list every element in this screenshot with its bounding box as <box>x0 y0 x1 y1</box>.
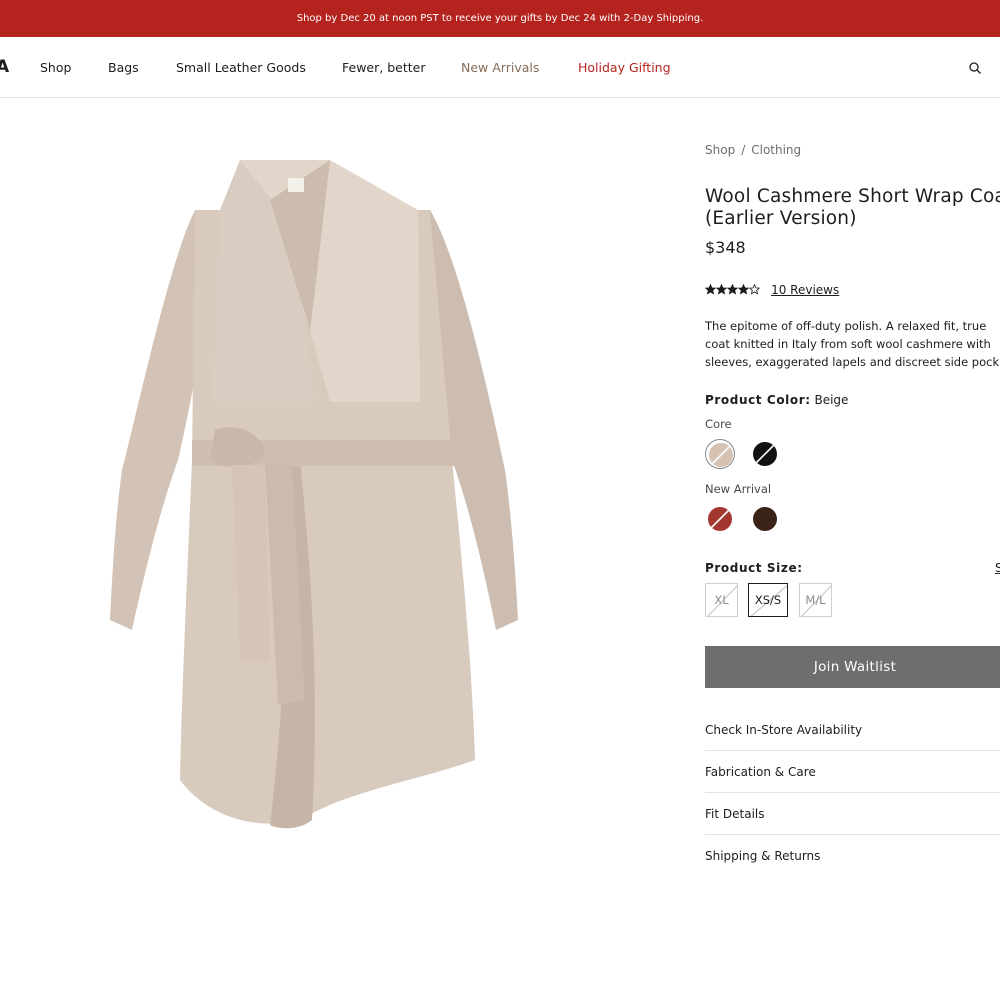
nav-item-small-leather-goods[interactable]: Small Leather Goods <box>176 60 306 75</box>
join-waitlist-button[interactable]: Join Waitlist <box>705 646 1000 688</box>
color-value: Beige <box>814 393 849 407</box>
color-label: Product Color: Beige <box>705 393 848 407</box>
star-filled-icon <box>738 284 749 295</box>
size-option-m-l[interactable]: M/L <box>799 583 832 617</box>
size-label: Product Size: <box>705 561 803 575</box>
search-icon[interactable] <box>968 61 982 75</box>
star-filled-icon <box>716 284 727 295</box>
star-rating <box>705 279 760 298</box>
size-option-xl[interactable]: XL <box>705 583 738 617</box>
breadcrumb-separator: / <box>741 143 746 157</box>
product-description: The epitome of off-duty polish. A relaxe… <box>705 317 1000 371</box>
accordion-shipping-returns[interactable]: Shipping & Returns <box>705 835 1000 877</box>
brand-logo[interactable]: A <box>0 57 9 77</box>
reviews-link[interactable]: 10 Reviews <box>771 283 839 297</box>
promo-banner: Shop by Dec 20 at noon PST to receive yo… <box>0 0 1000 37</box>
product-price: $348 <box>705 238 746 257</box>
product-image[interactable] <box>100 140 540 850</box>
nav-item-shop[interactable]: Shop <box>40 60 71 75</box>
accordion-fit-details[interactable]: Fit Details <box>705 793 1000 835</box>
nav-item-bags[interactable]: Bags <box>108 60 139 75</box>
star-empty-icon <box>749 284 760 295</box>
nav-item-fewer-better[interactable]: Fewer, better <box>342 60 425 75</box>
color-swatch-red[interactable] <box>705 504 735 534</box>
size-guide-link[interactable]: S <box>995 561 1000 575</box>
size-option-label: XS/S <box>754 593 782 607</box>
size-option-xs-s[interactable]: XS/S <box>748 583 788 617</box>
accordion-check-in-store[interactable]: Check In-Store Availability <box>705 709 1000 751</box>
star-filled-icon <box>705 284 716 295</box>
unavailable-slash-icon <box>711 445 731 465</box>
coat-illustration <box>110 160 518 829</box>
breadcrumb-clothing[interactable]: Clothing <box>751 143 801 157</box>
accordion-fabrication-care[interactable]: Fabrication & Care <box>705 751 1000 793</box>
color-swatch-brown[interactable] <box>750 504 780 534</box>
description-line: coat knitted in Italy from soft wool cas… <box>705 337 991 351</box>
description-line: sleeves, exaggerated lapels and discreet… <box>705 355 1000 369</box>
color-group-new-arrival-label: New Arrival <box>705 482 772 496</box>
swatch-color-dot <box>709 443 733 467</box>
breadcrumb-shop[interactable]: Shop <box>705 143 735 157</box>
color-group-core-label: Core <box>705 417 732 431</box>
swatch-color-dot <box>708 507 732 531</box>
size-option-label: M/L <box>805 593 826 607</box>
star-filled-icon <box>727 284 738 295</box>
color-swatch-black[interactable] <box>750 439 780 469</box>
color-label-heading: Product Color: <box>705 393 811 407</box>
product-title: Wool Cashmere Short Wrap Coat (Earlier V… <box>705 186 1000 230</box>
rating-row: 10 Reviews <box>705 279 839 298</box>
breadcrumb: Shop / Clothing <box>705 143 801 157</box>
swatch-color-dot <box>753 442 777 466</box>
size-option-label: XL <box>714 593 729 607</box>
top-nav: A Shop Bags Small Leather Goods Fewer, b… <box>0 37 1000 98</box>
unavailable-slash-icon <box>710 509 730 529</box>
nav-item-new-arrivals[interactable]: New Arrivals <box>461 60 539 75</box>
product-title-line1: Wool Cashmere Short Wrap Coat <box>705 186 1000 207</box>
description-line: The epitome of off-duty polish. A relaxe… <box>705 319 987 333</box>
nav-item-holiday-gifting[interactable]: Holiday Gifting <box>578 60 671 75</box>
product-title-line2: (Earlier Version) <box>705 208 857 229</box>
unavailable-slash-icon <box>755 444 775 464</box>
color-swatch-beige[interactable] <box>705 439 735 469</box>
swatch-color-dot <box>753 507 777 531</box>
